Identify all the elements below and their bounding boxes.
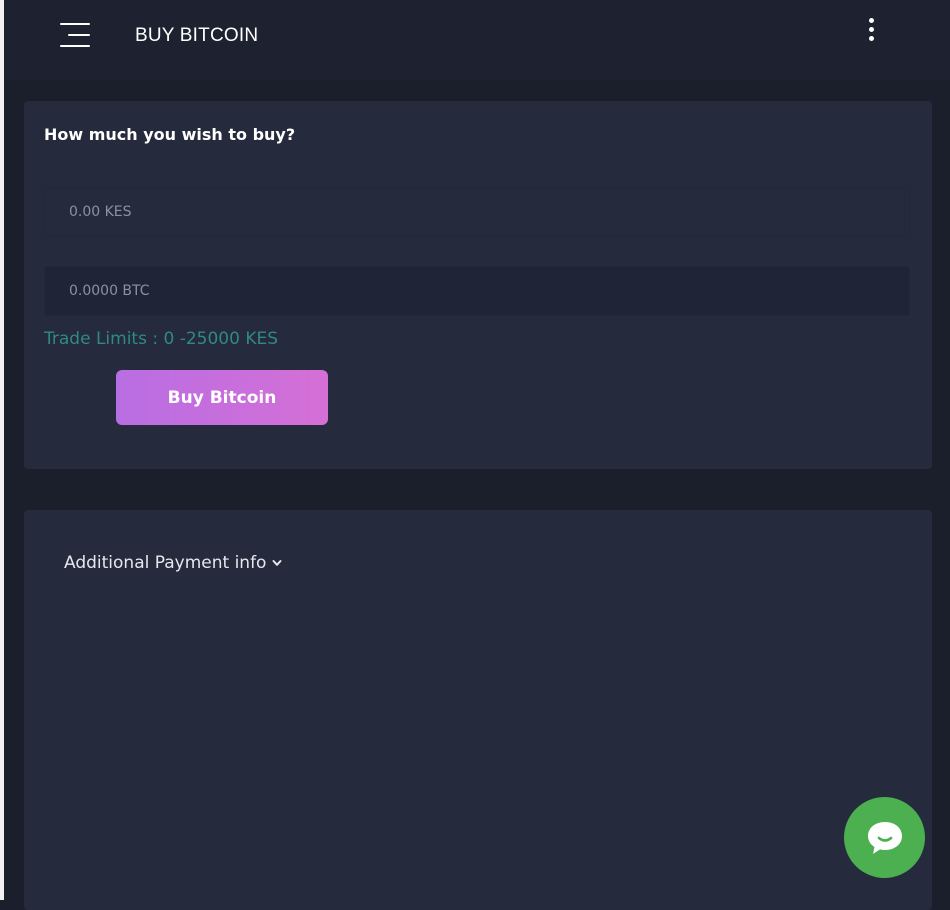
additional-payment-info-label: Additional Payment info [64, 553, 267, 573]
page-title: BUY BITCOIN [135, 25, 259, 46]
btc-amount-input[interactable] [44, 266, 910, 316]
buy-bitcoin-button[interactable]: Buy Bitcoin [116, 370, 328, 425]
hamburger-line [60, 23, 90, 25]
kebab-more-icon[interactable] [862, 16, 882, 46]
hamburger-line [60, 45, 90, 47]
kes-amount-input[interactable] [44, 187, 910, 237]
app-frame: BUY BITCOIN How much you wish to buy? Tr… [0, 0, 950, 910]
buy-amount-question: How much you wish to buy? [44, 125, 296, 144]
chat-button[interactable] [844, 797, 925, 878]
top-app-bar: BUY BITCOIN [4, 0, 950, 80]
kebab-dot [869, 18, 874, 23]
chat-bubble-icon [868, 822, 902, 854]
window-edge [0, 0, 4, 900]
chevron-down-icon [272, 560, 282, 566]
hamburger-line [68, 34, 90, 36]
trade-limits-text: Trade Limits : 0 -25000 KES [44, 329, 278, 349]
hamburger-menu-icon[interactable] [60, 22, 92, 48]
kebab-dot [869, 27, 874, 32]
buy-form-card: How much you wish to buy? Trade Limits :… [24, 101, 932, 469]
additional-info-card: Additional Payment info [24, 510, 932, 910]
additional-payment-info-toggle[interactable]: Additional Payment info [64, 553, 282, 573]
kebab-dot [869, 36, 874, 41]
